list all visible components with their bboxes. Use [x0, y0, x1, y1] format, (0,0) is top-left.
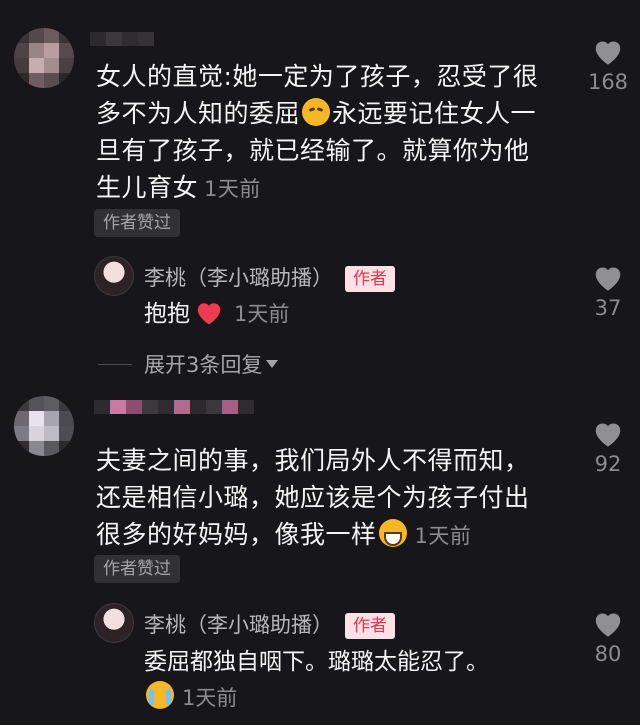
username-blurred[interactable]: [90, 32, 154, 46]
avatar-blurred[interactable]: [14, 396, 74, 456]
comment-line: 旦有了孩子，就已经输了。就算你为他: [96, 136, 530, 165]
heart-outline-icon: [595, 423, 621, 447]
comment-text: 女人的直觉:她一定为了孩子，忍受了很 多不为人知的委屈 永远要记住女人一 旦有了孩…: [96, 58, 576, 208]
comment-line-part: 多不为人知的委屈: [96, 99, 301, 128]
divider-line: [98, 363, 132, 365]
author-avatar[interactable]: [94, 256, 134, 296]
disappointed-face-icon: [302, 98, 331, 126]
heart-outline-icon: [595, 267, 621, 291]
reply-meta: 1天前: [144, 680, 237, 716]
like-count: 37: [594, 296, 622, 320]
author-tag: 作者: [345, 613, 395, 639]
author-tag: 作者: [345, 266, 395, 292]
author-avatar[interactable]: [94, 603, 134, 643]
reply-time: 1天前: [182, 686, 238, 710]
reply-author-name: 李桃（李小璐助播）: [144, 266, 333, 290]
like-button[interactable]: 168: [578, 36, 638, 94]
author-liked-badge: 作者赞过: [94, 209, 180, 237]
grinning-face-icon: [378, 519, 407, 547]
heart-outline-icon: [595, 613, 621, 637]
reply-text: 委屈都独自咽下。璐璐太能忍了。: [144, 644, 489, 680]
like-button[interactable]: 80: [578, 608, 638, 666]
reply-time: 1天前: [234, 302, 290, 326]
author-liked-badge: 作者赞过: [94, 555, 180, 583]
comment-line-part: 生儿育女: [96, 173, 199, 202]
comment-time: 1天前: [414, 524, 472, 548]
like-count: 80: [594, 642, 622, 666]
crying-face-icon: [146, 681, 174, 709]
like-button[interactable]: 37: [578, 262, 638, 320]
comment-line: 生儿育女 1天前: [96, 169, 576, 208]
avatar-blurred[interactable]: [14, 28, 74, 88]
reply-text-content: 委屈都独自咽下。璐璐太能忍了。: [144, 649, 489, 675]
comment-line: 很多的好妈妈，像我一样 1天前: [96, 516, 576, 555]
username-blurred[interactable]: [94, 400, 254, 414]
comment-line: 夫妻之间的事，我们局外人不得而知，: [96, 446, 530, 475]
expand-label: 展开3条回复: [144, 353, 263, 377]
expand-replies-button[interactable]: 展开3条回复: [98, 349, 279, 379]
comment-time: 1天前: [204, 177, 261, 201]
comment-text: 夫妻之间的事，我们局外人不得而知， 还是相信小璐，她应该是个为孩子付出 很多的好…: [96, 442, 576, 555]
heart-outline-icon: [595, 41, 621, 65]
comment-line: 女人的直觉:她一定为了孩子，忍受了很: [96, 62, 539, 91]
like-count: 92: [594, 452, 622, 476]
reply-author[interactable]: 李桃（李小璐助播） 作者: [144, 262, 395, 292]
comment-line-part: 很多的好妈妈，像我一样: [96, 520, 377, 549]
reply-text-content: 抱抱: [144, 301, 190, 327]
like-button[interactable]: 92: [578, 418, 638, 476]
comment-line: 多不为人知的委屈 永远要记住女人一: [96, 95, 576, 132]
reply-author[interactable]: 李桃（李小璐助播） 作者: [144, 609, 395, 639]
caret-down-icon: [266, 360, 279, 368]
reply-text: 抱抱 1天前: [144, 296, 289, 332]
comment-line: 还是相信小璐，她应该是个为孩子付出: [96, 483, 530, 512]
comment-line-part: 永远要记住女人一: [332, 99, 537, 128]
red-heart-icon: [197, 303, 221, 325]
reply-author-name: 李桃（李小璐助播）: [144, 613, 333, 637]
like-count: 168: [587, 70, 629, 94]
